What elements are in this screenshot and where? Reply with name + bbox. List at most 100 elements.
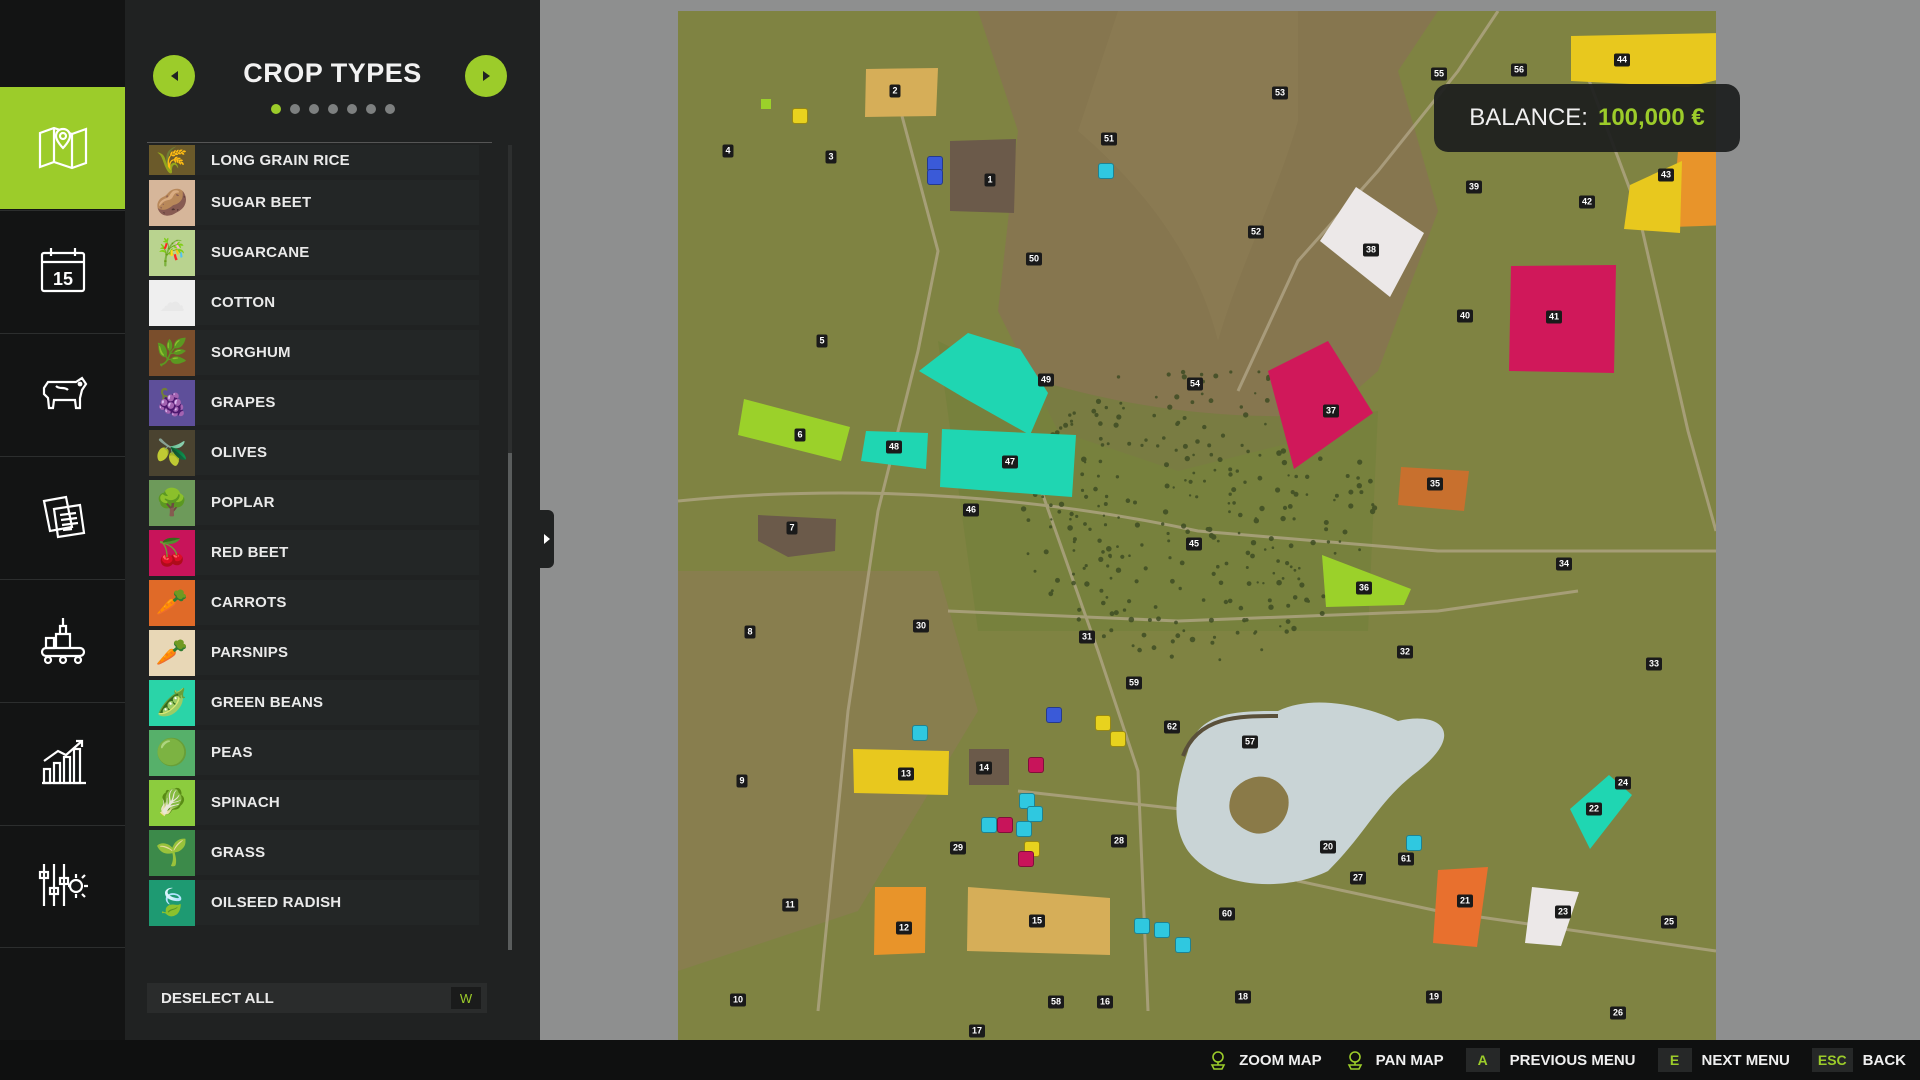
field-number-label[interactable]: 11 bbox=[782, 898, 798, 912]
map-marker-icon[interactable] bbox=[792, 108, 808, 124]
crop-item-olives[interactable]: 🫒 OLIVES bbox=[149, 429, 479, 476]
hint-zoom-map[interactable]: ZOOM MAP bbox=[1207, 1049, 1322, 1071]
field-number-label[interactable]: 55 bbox=[1430, 67, 1448, 81]
field-number-label[interactable]: 58 bbox=[1047, 995, 1065, 1009]
crop-item-grass[interactable]: 🌱 GRASS bbox=[149, 829, 479, 876]
crop-item-spinach[interactable]: 🥬 SPINACH bbox=[149, 779, 479, 826]
crop-item-cotton[interactable]: ☁ COTTON bbox=[149, 279, 479, 326]
field-number-label[interactable]: 35 bbox=[1426, 477, 1444, 491]
field-number-label[interactable]: 39 bbox=[1465, 180, 1483, 194]
crop-item-sorghum[interactable]: 🌿 SORGHUM bbox=[149, 329, 479, 376]
nav-contracts[interactable] bbox=[0, 456, 125, 579]
nav-settings[interactable] bbox=[0, 825, 125, 948]
nav-animals[interactable] bbox=[0, 333, 125, 456]
field-number-label[interactable]: 56 bbox=[1510, 63, 1528, 77]
field-number-label[interactable]: 48 bbox=[885, 440, 903, 454]
field-number-label[interactable]: 38 bbox=[1362, 243, 1380, 257]
nav-map[interactable] bbox=[0, 87, 133, 209]
nav-production[interactable] bbox=[0, 579, 125, 702]
field-number-label[interactable]: 32 bbox=[1396, 645, 1414, 659]
field-number-label[interactable]: 9 bbox=[736, 774, 748, 788]
field-number-label[interactable]: 5 bbox=[816, 334, 828, 348]
field-number-label[interactable]: 59 bbox=[1125, 676, 1143, 690]
field-number-label[interactable]: 7 bbox=[786, 521, 798, 535]
field-number-label[interactable]: 51 bbox=[1100, 132, 1118, 146]
map-marker-icon[interactable] bbox=[912, 725, 928, 741]
field-number-label[interactable]: 61 bbox=[1397, 852, 1415, 866]
field-number-label[interactable]: 46 bbox=[962, 503, 980, 517]
deselect-all-button[interactable]: DESELECT ALL W bbox=[147, 983, 487, 1013]
field-number-label[interactable]: 26 bbox=[1609, 1006, 1627, 1020]
field-number-label[interactable]: 13 bbox=[897, 767, 915, 781]
map-marker-icon[interactable] bbox=[1046, 707, 1062, 723]
crop-item-long-grain-rice[interactable]: 🌾 LONG GRAIN RICE bbox=[149, 145, 479, 175]
scrollbar-thumb[interactable] bbox=[508, 453, 512, 950]
page-dot[interactable] bbox=[365, 104, 376, 114]
field-number-label[interactable]: 24 bbox=[1614, 776, 1632, 790]
map-marker-icon[interactable] bbox=[927, 169, 943, 185]
page-dot[interactable] bbox=[289, 104, 300, 114]
map-marker-icon[interactable] bbox=[1154, 922, 1170, 938]
field-number-label[interactable]: 36 bbox=[1355, 581, 1373, 595]
farm-map[interactable]: 1 2 3 4 5 6 7 8 9 10 11 12 13 14 15 16 17 18 19 20 21 22 23 24 2… bbox=[678, 11, 1716, 1040]
page-dot[interactable] bbox=[384, 104, 395, 114]
crop-item-peas[interactable]: 🟢 PEAS bbox=[149, 729, 479, 776]
field-number-label[interactable]: 50 bbox=[1025, 252, 1043, 266]
field-number-label[interactable]: 27 bbox=[1349, 871, 1367, 885]
field-number-label[interactable]: 22 bbox=[1585, 802, 1603, 816]
field-number-label[interactable]: 17 bbox=[968, 1024, 986, 1038]
scrollbar[interactable] bbox=[508, 145, 512, 950]
field-number-label[interactable]: 30 bbox=[912, 619, 930, 633]
map-marker-icon[interactable] bbox=[1098, 163, 1114, 179]
map-marker-icon[interactable] bbox=[997, 817, 1013, 833]
page-dot[interactable] bbox=[270, 104, 281, 114]
field-number-label[interactable]: 54 bbox=[1186, 377, 1204, 391]
field-number-label[interactable]: 62 bbox=[1163, 720, 1181, 734]
field-number-label[interactable]: 1 bbox=[984, 173, 996, 187]
map-marker-icon[interactable] bbox=[1175, 937, 1191, 953]
hint-pan-map[interactable]: PAN MAP bbox=[1344, 1049, 1444, 1071]
field-number-label[interactable]: 42 bbox=[1578, 195, 1596, 209]
field-number-label[interactable]: 19 bbox=[1425, 990, 1443, 1004]
page-dot[interactable] bbox=[308, 104, 319, 114]
map-marker-icon[interactable] bbox=[1016, 821, 1032, 837]
crop-item-grapes[interactable]: 🍇 GRAPES bbox=[149, 379, 479, 426]
field-number-label[interactable]: 31 bbox=[1078, 630, 1096, 644]
field-number-label[interactable]: 15 bbox=[1028, 914, 1046, 928]
field-number-label[interactable]: 34 bbox=[1555, 557, 1573, 571]
crop-item-sugarcane[interactable]: 🎋 SUGARCANE bbox=[149, 229, 479, 276]
map-marker-icon[interactable] bbox=[1134, 918, 1150, 934]
crop-item-carrots[interactable]: 🥕 CARROTS bbox=[149, 579, 479, 626]
field-number-label[interactable]: 18 bbox=[1234, 990, 1252, 1004]
field-number-label[interactable]: 53 bbox=[1271, 86, 1289, 100]
map-marker-icon[interactable] bbox=[1406, 835, 1422, 851]
page-dot[interactable] bbox=[346, 104, 357, 114]
field-number-label[interactable]: 2 bbox=[889, 84, 901, 98]
map-marker-icon[interactable] bbox=[1095, 715, 1111, 731]
field-number-label[interactable]: 10 bbox=[729, 993, 747, 1007]
field-number-label[interactable]: 4 bbox=[722, 144, 734, 158]
field-number-label[interactable]: 29 bbox=[949, 841, 967, 855]
field-number-label[interactable]: 40 bbox=[1456, 309, 1474, 323]
field-number-label[interactable]: 20 bbox=[1319, 840, 1337, 854]
field-number-label[interactable]: 21 bbox=[1456, 894, 1474, 908]
hint-next-menu[interactable]: E NEXT MENU bbox=[1657, 1048, 1790, 1072]
field-number-label[interactable]: 43 bbox=[1657, 168, 1675, 182]
field-number-label[interactable]: 49 bbox=[1037, 373, 1055, 387]
field-number-label[interactable]: 44 bbox=[1613, 53, 1631, 67]
page-dot[interactable] bbox=[327, 104, 338, 114]
field-number-label[interactable]: 57 bbox=[1241, 735, 1259, 749]
field-number-label[interactable]: 41 bbox=[1545, 310, 1563, 324]
field-number-label[interactable]: 25 bbox=[1660, 915, 1678, 929]
crop-item-sugar-beet[interactable]: 🥔 SUGAR BEET bbox=[149, 179, 479, 226]
map-marker-icon[interactable] bbox=[1027, 806, 1043, 822]
field-number-label[interactable]: 16 bbox=[1096, 995, 1114, 1009]
field-number-label[interactable]: 37 bbox=[1322, 404, 1340, 418]
field-number-label[interactable]: 45 bbox=[1185, 537, 1203, 551]
crop-item-parsnips[interactable]: 🥕 PARSNIPS bbox=[149, 629, 479, 676]
next-page-button[interactable] bbox=[465, 55, 507, 97]
map-marker-icon[interactable] bbox=[1028, 757, 1044, 773]
nav-calendar[interactable]: 15 bbox=[0, 210, 125, 333]
hint-back[interactable]: ESC BACK bbox=[1811, 1048, 1906, 1072]
field-number-label[interactable]: 33 bbox=[1645, 657, 1663, 671]
